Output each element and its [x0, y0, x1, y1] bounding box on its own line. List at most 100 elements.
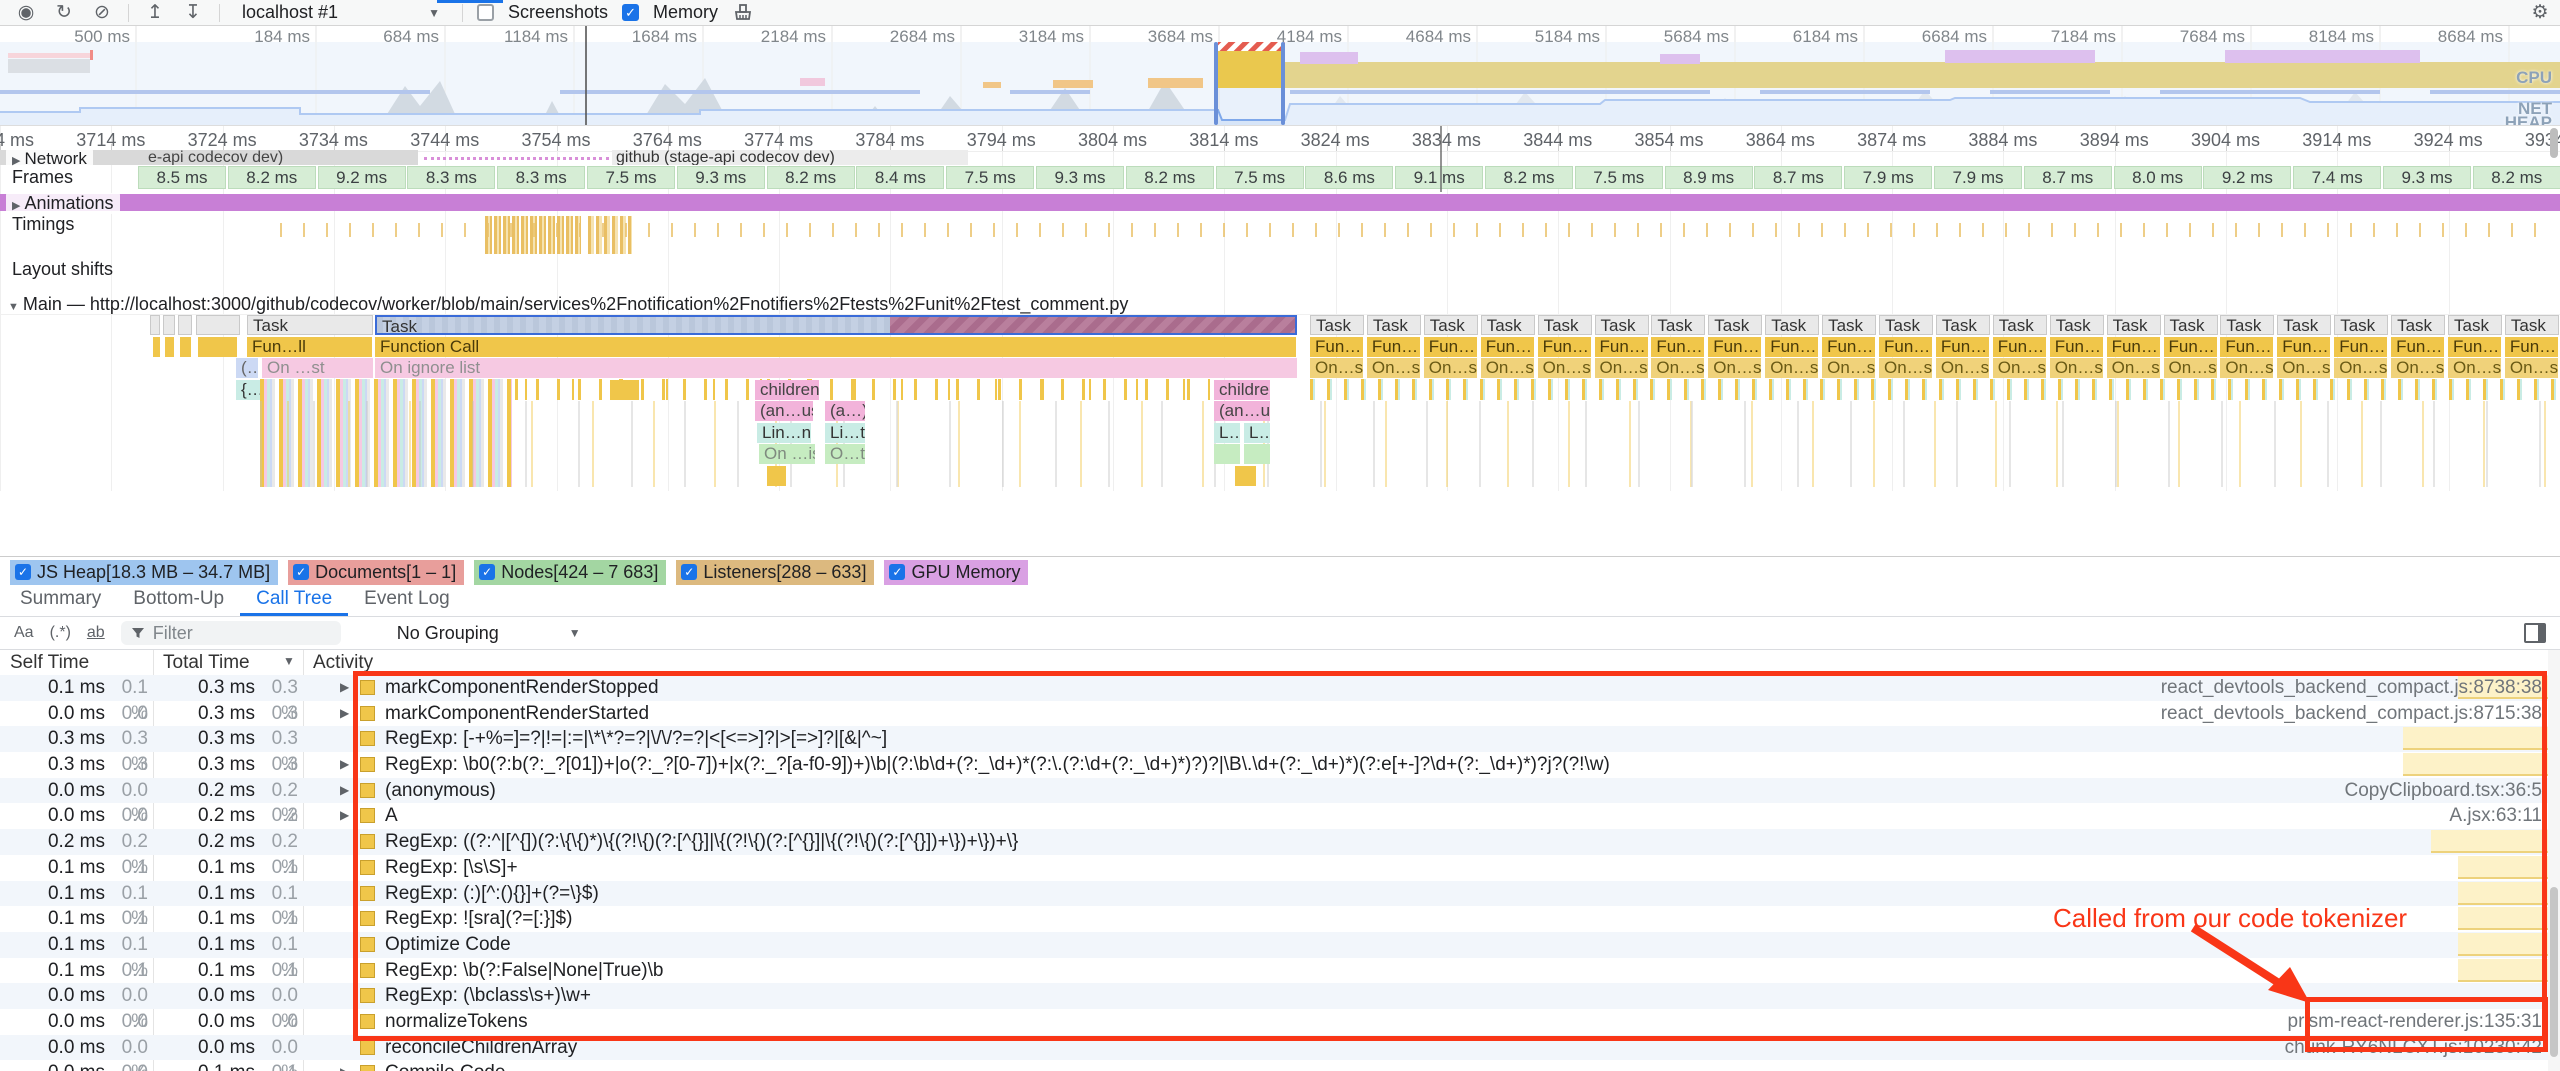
- match-case-icon[interactable]: Aa: [14, 624, 34, 642]
- flame-function-call[interactable]: Fun…: [1538, 337, 1592, 357]
- frame-cell[interactable]: 8.7 ms: [2024, 166, 2112, 189]
- frame-cell[interactable]: 7.5 ms: [946, 166, 1034, 189]
- flame-block[interactable]: [767, 466, 787, 486]
- flame-ignore-list[interactable]: On…st: [1765, 358, 1819, 378]
- flame-function-call[interactable]: Fun…: [1765, 337, 1819, 357]
- flame-function-call[interactable]: Fun…: [2164, 337, 2218, 357]
- frame-cell[interactable]: 8.4 ms: [856, 166, 944, 189]
- animations-track[interactable]: [0, 194, 2560, 211]
- frame-cell[interactable]: 8.6 ms: [1305, 166, 1393, 189]
- flame-ignore-list[interactable]: On…st: [1822, 358, 1876, 378]
- activity-name[interactable]: RegExp: ![sra](?=[:}]$): [385, 906, 572, 932]
- frames-track[interactable]: 8.5 ms8.2 ms9.2 ms8.3 ms8.3 ms7.5 ms9.3 …: [0, 165, 2560, 191]
- screenshots-checkbox[interactable]: [477, 4, 494, 21]
- frame-cell[interactable]: 7.5 ms: [1216, 166, 1304, 189]
- flame-task[interactable]: [150, 315, 160, 335]
- flame-function-call[interactable]: Fun…: [1993, 337, 2047, 357]
- flame-function-call[interactable]: [198, 337, 238, 357]
- gear-icon[interactable]: ⚙: [2528, 1, 2552, 25]
- flame-children[interactable]: children: [1214, 380, 1270, 400]
- flame-task[interactable]: Task: [1708, 315, 1762, 335]
- flame-task[interactable]: Task: [2505, 315, 2559, 335]
- activity-name[interactable]: RegExp: [-+%=]=?|!=|:=|\*\*?=?|\/\/?=?|<…: [385, 726, 887, 752]
- frame-cell[interactable]: 8.3 ms: [407, 166, 495, 189]
- activity-name[interactable]: RegExp: \b0(?:b(?:_?[01])+|o(?:_?[0-7])+…: [385, 752, 1610, 778]
- flame-block[interactable]: {…: [236, 380, 260, 400]
- expand-arrow-icon[interactable]: ▶: [340, 701, 349, 727]
- frame-cell[interactable]: 8.9 ms: [1665, 166, 1753, 189]
- frame-cell[interactable]: 9.3 ms: [2383, 166, 2471, 189]
- legend-checkbox[interactable]: ✓: [293, 564, 309, 580]
- flame-task[interactable]: Task: [2391, 315, 2445, 335]
- activity-name[interactable]: RegExp: (:)[^:(){}]+(?=\}$): [385, 881, 599, 907]
- flame-task[interactable]: Task: [2334, 315, 2388, 335]
- frame-cell[interactable]: 8.2 ms: [1485, 166, 1573, 189]
- activity-name[interactable]: reconcileChildrenArray: [385, 1035, 577, 1061]
- flame-task[interactable]: Task: [1651, 315, 1705, 335]
- table-row[interactable]: 0.3 ms0.3 %0.3 ms0.3 %▶RegExp: \b0(?:b(?…: [0, 752, 2560, 778]
- flame-ignore-list[interactable]: On…st: [2277, 358, 2331, 378]
- activity-name[interactable]: A: [385, 803, 398, 829]
- flame-ignore-list[interactable]: On…st: [2334, 358, 2388, 378]
- activity-name[interactable]: (anonymous): [385, 778, 496, 804]
- load-profile-icon[interactable]: ↥: [143, 1, 167, 25]
- frame-cell[interactable]: 9.3 ms: [677, 166, 765, 189]
- flame-function-call[interactable]: Function Call: [375, 337, 1297, 357]
- frame-cell[interactable]: 8.3 ms: [497, 166, 585, 189]
- flame-ignore-list[interactable]: On…st: [1310, 358, 1364, 378]
- flame-task[interactable]: [163, 315, 175, 335]
- main-flame-chart[interactable]: Task Task Fun…ll Function Call (… On …st…: [0, 315, 2560, 491]
- flame-function-call[interactable]: Fun…: [1936, 337, 1990, 357]
- flame-ignore-list[interactable]: On…st: [1708, 358, 1762, 378]
- frame-cell[interactable]: 8.2 ms: [767, 166, 855, 189]
- table-row[interactable]: 0.0 ms0.0 %0.0 ms0.0 %RegExp: (\bclass\s…: [0, 983, 2560, 1009]
- activity-name[interactable]: RegExp: \b(?:False|None|True)\b: [385, 958, 663, 984]
- flame-function-call[interactable]: Fun…: [1310, 337, 1364, 357]
- activity-name[interactable]: RegExp: ((?:^|[^{])(?:\{\{)*)\{(?!\{)(?:…: [385, 829, 1018, 855]
- grouping-select[interactable]: No Grouping ▼: [397, 623, 581, 644]
- flame-function-call[interactable]: [180, 337, 192, 357]
- flame-function-call[interactable]: Fun…: [2050, 337, 2104, 357]
- column-activity[interactable]: Activity: [313, 652, 373, 674]
- table-scrollbar[interactable]: [2550, 887, 2558, 1057]
- column-self-time[interactable]: Self Time: [10, 652, 89, 674]
- flame-task[interactable]: [196, 315, 240, 335]
- flame-ignore-list[interactable]: On…st: [2050, 358, 2104, 378]
- table-row[interactable]: 0.1 ms0.1 %0.1 ms0.1 %Optimize Code: [0, 932, 2560, 958]
- collect-garbage-icon[interactable]: [732, 3, 754, 23]
- flame-function-call[interactable]: Fun…: [2107, 337, 2161, 357]
- flame-anonymous[interactable]: (a…): [825, 401, 865, 421]
- frame-cell[interactable]: 9.2 ms: [2203, 166, 2291, 189]
- track-header-frames[interactable]: Frames: [6, 167, 79, 188]
- flame-ignore-list[interactable]: On…st: [1481, 358, 1535, 378]
- table-row[interactable]: 0.1 ms0.1 %0.1 ms0.1 %RegExp: \b(?:False…: [0, 958, 2560, 984]
- flame-function-call[interactable]: Fun…: [2505, 337, 2559, 357]
- flame-function-call[interactable]: Fun…: [1424, 337, 1478, 357]
- flame-function-call[interactable]: Fun…: [1651, 337, 1705, 357]
- legend-checkbox[interactable]: ✓: [15, 564, 31, 580]
- flame-function-call[interactable]: [165, 337, 175, 357]
- activity-source-link[interactable]: chunk-RY6NLCXT.js:10230:42: [2285, 1035, 2542, 1061]
- frame-cell[interactable]: 8.5 ms: [138, 166, 226, 189]
- frame-cell[interactable]: 7.4 ms: [2293, 166, 2381, 189]
- flame-block[interactable]: Lin…nt: [757, 423, 811, 443]
- match-whole-word-icon[interactable]: ab: [87, 624, 105, 642]
- frame-cell[interactable]: 7.9 ms: [1844, 166, 1932, 189]
- table-row[interactable]: 0.1 ms0.1 %0.3 ms0.3 %▶markComponentRend…: [0, 675, 2560, 701]
- track-header-layout-shifts[interactable]: Layout shifts: [6, 259, 119, 280]
- flame-block[interactable]: [610, 380, 640, 400]
- heaviest-stack-toggle-icon[interactable]: [2524, 623, 2546, 643]
- flame-task[interactable]: Task: [1367, 315, 1421, 335]
- flame-task[interactable]: Task: [1936, 315, 1990, 335]
- flame-ignore-list[interactable]: On…st: [2220, 358, 2274, 378]
- flame-function-call[interactable]: Fun…: [1481, 337, 1535, 357]
- frame-cell[interactable]: 9.2 ms: [318, 166, 406, 189]
- frame-cell[interactable]: 9.3 ms: [1036, 166, 1124, 189]
- activity-source-link[interactable]: CopyClipboard.tsx:36:5: [2345, 778, 2543, 804]
- activity-name[interactable]: markComponentRenderStarted: [385, 701, 649, 727]
- tab-call-tree[interactable]: Call Tree: [240, 585, 348, 616]
- flame-function-call[interactable]: Fun…: [2334, 337, 2388, 357]
- table-row[interactable]: 0.3 ms0.3 %0.3 ms0.3 %RegExp: [-+%=]=?|!…: [0, 726, 2560, 752]
- frame-cell[interactable]: 8.7 ms: [1754, 166, 1842, 189]
- flame-task[interactable]: Task: [2277, 315, 2331, 335]
